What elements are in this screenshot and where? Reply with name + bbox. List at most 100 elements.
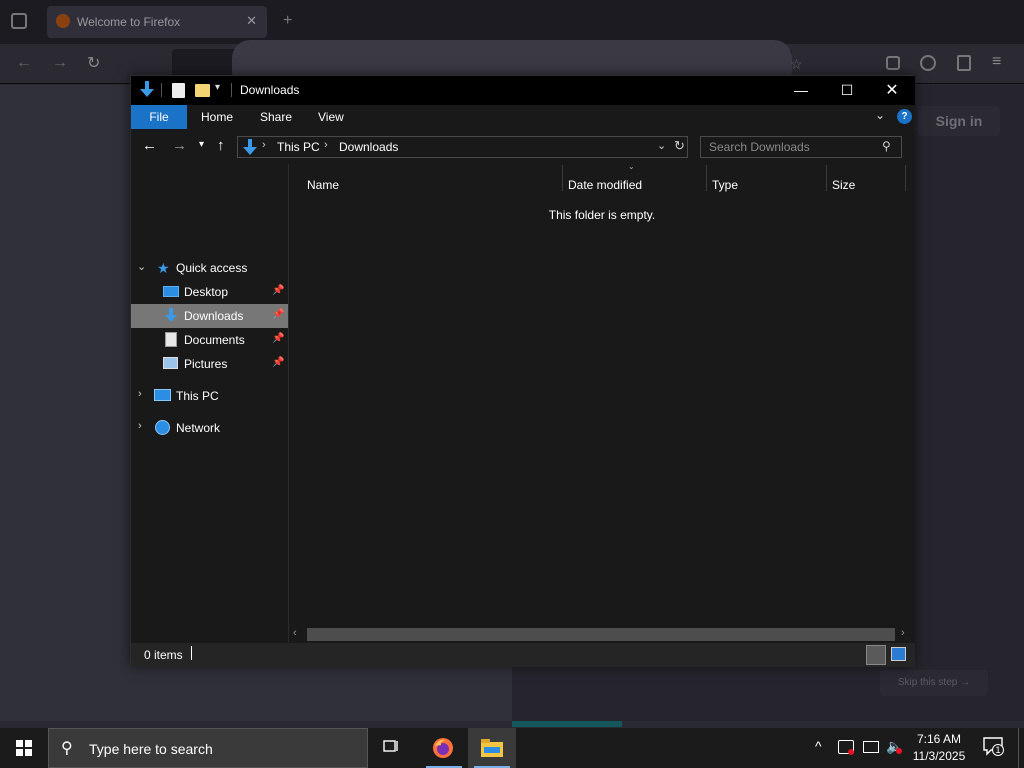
firefox-tab-close-button[interactable]: ✕ (246, 13, 257, 29)
nav-item-desktop[interactable]: Desktop 📌 (131, 280, 288, 304)
forward-icon[interactable]: → (172, 137, 187, 154)
bookmark-star-icon[interactable]: ☆ (790, 56, 803, 73)
show-hidden-icons-chevron-up-icon[interactable]: ^ (815, 738, 822, 754)
scroll-left-icon[interactable]: ‹ (293, 627, 297, 639)
pictures-icon (163, 357, 178, 369)
taskbar-firefox-button[interactable] (420, 728, 466, 768)
nav-item-documents[interactable]: Documents 📌 (131, 328, 288, 352)
search-icon: ⚲ (61, 740, 73, 757)
firefox-sign-in-button[interactable]: Sign in (918, 106, 1000, 136)
up-to-parent-icon[interactable]: ↑ (217, 137, 225, 154)
extensions-icon[interactable] (957, 55, 971, 71)
nav-item-this-pc[interactable]: › This PC (131, 384, 288, 408)
navigation-pane: ⌄ ★ Quick access Desktop 📌 Downloads 📌 D… (131, 164, 288, 642)
tab-view[interactable]: View (318, 105, 344, 129)
firefox-tab[interactable]: Welcome to Firefox ✕ (47, 6, 267, 38)
breadcrumb-this-pc[interactable]: This PC (277, 140, 320, 154)
search-input[interactable]: Search Downloads ⚲ (700, 136, 902, 158)
star-icon: ★ (157, 260, 170, 276)
column-header-size[interactable]: Size (832, 178, 855, 192)
column-header-name[interactable]: Name (307, 178, 339, 192)
sort-indicator-icon: ⌄ (628, 162, 635, 171)
documents-icon (165, 332, 177, 347)
tab-share[interactable]: Share (260, 105, 292, 129)
file-list[interactable]: Name ⌄ Date modified Type Size This fold… (289, 162, 915, 642)
title-bar[interactable]: ▾ Downloads — ☐ ✕ (131, 76, 915, 105)
help-icon[interactable]: ? (897, 109, 912, 124)
nav-item-pictures[interactable]: Pictures 📌 (131, 352, 288, 376)
nav-label: Downloads (184, 309, 244, 323)
pin-icon[interactable]: 📌 (272, 357, 284, 368)
menu-icon[interactable]: ≡ (992, 53, 1001, 71)
start-button[interactable] (0, 728, 48, 768)
system-clock[interactable]: 7:16 AM 11/3/2025 (906, 731, 972, 765)
firefox-back-icon[interactable]: ← (16, 54, 32, 72)
tab-home[interactable]: Home (201, 105, 233, 129)
tab-file[interactable]: File (131, 105, 187, 129)
column-header-date-modified[interactable]: Date modified (568, 178, 642, 192)
search-icon[interactable]: ⚲ (882, 139, 891, 153)
downloads-icon (165, 308, 177, 322)
column-header-type[interactable]: Type (712, 178, 738, 192)
scroll-right-icon[interactable]: › (901, 627, 905, 639)
divider (191, 646, 192, 660)
pin-icon[interactable]: 📌 (272, 333, 284, 344)
pocket-icon[interactable] (886, 56, 900, 70)
details-view-button[interactable] (866, 645, 886, 665)
scrollbar-thumb[interactable] (307, 628, 895, 641)
horizontal-scrollbar[interactable]: ‹ › (289, 626, 915, 643)
firefox-forward-icon[interactable]: → (52, 54, 68, 72)
empty-folder-message: This folder is empty. (548, 208, 656, 222)
minimize-button[interactable]: — (778, 76, 824, 105)
nav-item-downloads[interactable]: Downloads 📌 (131, 304, 288, 328)
security-alert-badge (848, 749, 854, 755)
status-bar: 0 items (131, 643, 915, 667)
taskbar-file-explorer-button[interactable] (468, 728, 516, 768)
nav-label: Pictures (184, 357, 228, 371)
task-view-icon[interactable] (382, 738, 400, 756)
firefox-skip-step-button[interactable]: Skip this step → (880, 670, 988, 696)
firefox-reload-icon[interactable]: ↻ (87, 53, 100, 73)
firefox-icon (433, 738, 453, 758)
pin-icon[interactable]: 📌 (272, 309, 284, 320)
refresh-icon[interactable]: ↻ (674, 138, 685, 154)
nav-label: This PC (176, 389, 219, 403)
nav-item-network[interactable]: › Network (131, 416, 288, 440)
breadcrumb-separator[interactable]: › (324, 139, 328, 151)
chevron-right-icon[interactable]: › (138, 420, 142, 432)
address-bar[interactable]: › This PC › Downloads ⌄ ↻ (237, 136, 688, 158)
address-dropdown-chevron-down-icon[interactable]: ⌄ (657, 139, 666, 152)
firefox-onboarding-progress-fill (512, 721, 622, 727)
column-separator[interactable] (706, 165, 707, 191)
maximize-button[interactable]: ☐ (824, 76, 870, 105)
column-separator[interactable] (826, 165, 827, 191)
customize-quick-access-toolbar-icon[interactable]: ▾ (215, 82, 220, 93)
column-separator[interactable] (562, 165, 563, 191)
chevron-right-icon[interactable]: › (138, 388, 142, 400)
computer-icon (154, 389, 171, 401)
downloads-folder-icon (140, 81, 154, 97)
back-icon[interactable]: ← (142, 137, 157, 154)
item-count: 0 items (144, 648, 183, 662)
firefox-tab-title: Welcome to Firefox (77, 15, 181, 29)
account-icon[interactable] (920, 55, 936, 71)
large-icons-view-button[interactable] (891, 647, 906, 661)
action-center-button[interactable]: 1 (983, 736, 1004, 756)
pin-icon[interactable]: 📌 (272, 285, 284, 296)
nav-item-quick-access[interactable]: ⌄ ★ Quick access (131, 256, 288, 280)
column-separator[interactable] (905, 165, 906, 191)
taskbar-search-box[interactable]: ⚲ Type here to search (48, 728, 368, 768)
show-desktop-button[interactable] (1018, 728, 1024, 768)
breadcrumb-separator[interactable]: › (262, 139, 266, 151)
new-folder-icon[interactable] (195, 84, 210, 97)
nav-label: Documents (184, 333, 245, 347)
network-status-icon[interactable] (863, 741, 879, 753)
properties-icon[interactable] (172, 83, 185, 98)
expand-ribbon-chevron-icon[interactable]: ⌄ (875, 108, 885, 122)
recent-locations-chevron-down-icon[interactable]: ▾ (199, 139, 204, 150)
list-all-tabs-icon[interactable] (11, 13, 27, 29)
chevron-down-icon[interactable]: ⌄ (137, 260, 146, 273)
close-button[interactable]: ✕ (869, 76, 915, 105)
firefox-new-tab-button[interactable]: + (283, 12, 292, 30)
breadcrumb-downloads[interactable]: Downloads (339, 140, 398, 154)
